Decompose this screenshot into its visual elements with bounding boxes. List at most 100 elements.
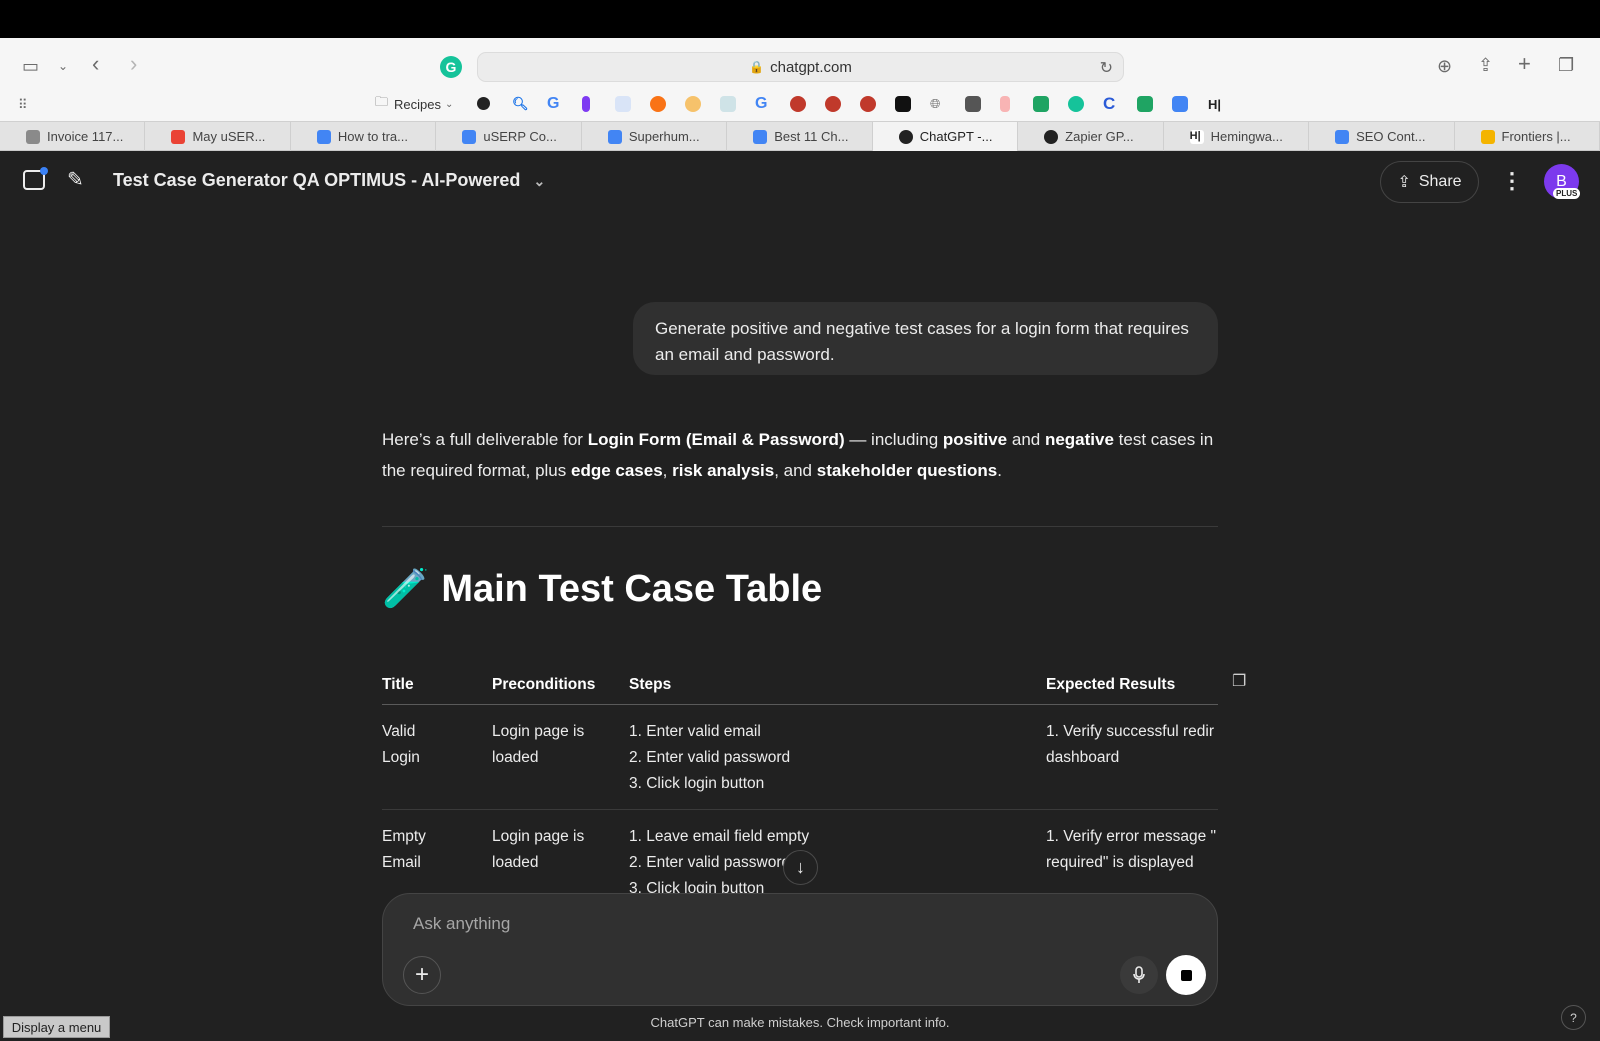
- hemingway-bookmark-icon[interactable]: H|: [1208, 94, 1221, 114]
- t-bookmark-icon[interactable]: [895, 96, 911, 112]
- tab-label: Superhum...: [628, 129, 700, 144]
- orange-bookmark-icon[interactable]: [650, 96, 666, 112]
- cell-line: Valid: [382, 723, 416, 740]
- tab-label: How to tra...: [337, 129, 408, 144]
- browser-tab[interactable]: Invoice 117...: [0, 122, 146, 151]
- browser-tab[interactable]: How to tra...: [291, 122, 437, 151]
- slash-bookmark-icon[interactable]: [582, 96, 590, 112]
- cell-line: Empty: [382, 828, 426, 845]
- more-options-icon[interactable]: ⋮: [1501, 168, 1523, 194]
- globe-bookmark-icon[interactable]: 🌐︎: [930, 94, 940, 114]
- stop-icon: [1180, 969, 1192, 981]
- downloads-icon[interactable]: ⊕: [1437, 56, 1452, 76]
- docs-icon: [316, 129, 331, 144]
- table-row: Valid Login Login page is loaded 1. Enter …: [382, 704, 1218, 810]
- copy-table-icon[interactable]: ❐: [1232, 671, 1246, 691]
- new-tab-icon[interactable]: +: [1518, 53, 1531, 75]
- add-attachment-button[interactable]: +: [403, 956, 441, 994]
- cell-line: 3. Click login button: [629, 775, 765, 792]
- chevron-down-icon: ⌄: [533, 173, 546, 189]
- tab-label: uSERP Co...: [483, 129, 557, 144]
- red-bookmark-3-icon[interactable]: [860, 96, 876, 112]
- intro-text: and: [1007, 430, 1045, 449]
- sheets-bookmark-icon[interactable]: [1137, 96, 1153, 112]
- tab-overview-icon[interactable]: ❐: [1558, 55, 1574, 75]
- test-tube-icon: 🧪: [382, 568, 430, 610]
- cell-expected: 1. Verify error message " required" is di…: [1046, 809, 1218, 894]
- openai-icon: [898, 129, 913, 144]
- cell-line: 1. Enter valid email: [629, 723, 761, 740]
- upload-icon: ⇪: [1397, 174, 1411, 191]
- pink-bookmark-icon[interactable]: [1000, 96, 1010, 112]
- dictate-button[interactable]: [1120, 956, 1158, 994]
- tab-label: Invoice 117...: [47, 129, 124, 144]
- browser-tab[interactable]: Superhum...: [582, 122, 728, 151]
- bookmark-folder-recipes[interactable]: 🗀 Recipes ⌄: [375, 94, 453, 114]
- intro-text: .: [997, 461, 1002, 480]
- browser-tab[interactable]: Zapier GP...: [1018, 122, 1164, 151]
- sidebar-toggle-icon[interactable]: [23, 167, 48, 190]
- green-doc-bookmark-icon[interactable]: [1033, 96, 1049, 112]
- reload-icon[interactable]: ↻: [1100, 58, 1113, 78]
- back-icon[interactable]: ‹: [92, 53, 99, 75]
- notification-dot: [40, 167, 48, 175]
- new-chat-icon[interactable]: ✎: [67, 167, 84, 192]
- browser-tab[interactable]: H| Hemingwa...: [1164, 122, 1310, 151]
- sidebar-toggle-icon[interactable]: ▭: [22, 56, 39, 76]
- browser-tab[interactable]: Best 11 Ch...: [727, 122, 873, 151]
- prompt-input[interactable]: [413, 910, 1113, 938]
- cell-line: 1. Verify successful redir: [1046, 723, 1214, 740]
- share-button[interactable]: ⇪ Share: [1380, 161, 1479, 203]
- cell-line: 2. Enter valid password: [629, 854, 791, 871]
- hemingway-icon: H|: [1189, 129, 1204, 144]
- folder-icon: 🗀: [375, 94, 389, 109]
- red-bookmark-1-icon[interactable]: [790, 96, 806, 112]
- column-header: Title: [382, 668, 492, 705]
- docs-bookmark-icon[interactable]: [1172, 96, 1188, 112]
- intro-bold: Login Form (Email & Password): [587, 430, 845, 449]
- docs-icon: [607, 129, 622, 144]
- share-page-icon[interactable]: ⇪: [1478, 55, 1493, 75]
- ms-bookmark-icon[interactable]: [965, 96, 981, 112]
- grammarly-icon[interactable]: G: [440, 56, 462, 78]
- forward-icon[interactable]: ›: [130, 53, 137, 75]
- stop-generating-button[interactable]: [1166, 955, 1206, 995]
- column-header: Expected Results: [1046, 668, 1218, 705]
- scroll-to-bottom-button[interactable]: ↓: [783, 850, 818, 885]
- model-selector[interactable]: Test Case Generator QA OPTIMUS - AI-Powe…: [113, 170, 545, 191]
- google-bookmark-icon[interactable]: G: [547, 94, 559, 114]
- frontiers-icon: [1480, 129, 1495, 144]
- browser-tab[interactable]: SEO Cont...: [1309, 122, 1455, 151]
- tiktok-bookmark-icon[interactable]: [615, 96, 631, 112]
- tab-favicon-icon: [26, 129, 40, 144]
- lock-icon: 🔒: [749, 60, 765, 74]
- google-bookmark-2-icon[interactable]: G: [755, 94, 767, 114]
- cell-line: Login: [382, 749, 420, 766]
- table-header-row: Title Preconditions Steps Expected Resul…: [382, 668, 1218, 705]
- gpt-title: Test Case Generator QA OPTIMUS - AI-Powe…: [113, 170, 521, 190]
- pen-bookmark-icon[interactable]: [720, 96, 736, 112]
- sun-bookmark-icon[interactable]: [685, 96, 701, 112]
- address-bar[interactable]: 🔒 chatgpt.com ↻: [477, 52, 1124, 82]
- red-bookmark-2-icon[interactable]: [825, 96, 841, 112]
- cell-line: Login page is: [492, 828, 585, 845]
- intro-bold: edge cases: [570, 461, 663, 480]
- tab-label: Zapier GP...: [1065, 129, 1134, 144]
- cell-preconditions: Login page is loaded: [492, 809, 629, 894]
- apps-grid-icon[interactable]: ⠿: [18, 95, 28, 115]
- apple-bookmark-icon[interactable]: [477, 97, 490, 110]
- column-header: Steps: [629, 668, 1046, 705]
- search-bookmark-icon[interactable]: 🔍︎: [512, 94, 529, 114]
- help-button[interactable]: ?: [1561, 1005, 1586, 1030]
- browser-tab[interactable]: uSERP Co...: [436, 122, 582, 151]
- browser-tab[interactable]: Frontiers |...: [1455, 122, 1600, 151]
- chevron-down-icon[interactable]: ⌄: [58, 56, 68, 76]
- browser-tab[interactable]: May uSER...: [145, 122, 291, 151]
- cell-steps: 1. Leave email field empty 2. Enter valid…: [629, 809, 1046, 894]
- section-heading-text: Main Test Case Table: [441, 567, 823, 610]
- c-bookmark-icon[interactable]: C: [1103, 94, 1115, 114]
- tab-label: Best 11 Ch...: [774, 129, 849, 144]
- arrow-down-icon: ↓: [796, 857, 805, 877]
- browser-tab-active[interactable]: ChatGPT -...: [872, 122, 1019, 151]
- grammarly-bookmark-icon[interactable]: [1068, 96, 1084, 112]
